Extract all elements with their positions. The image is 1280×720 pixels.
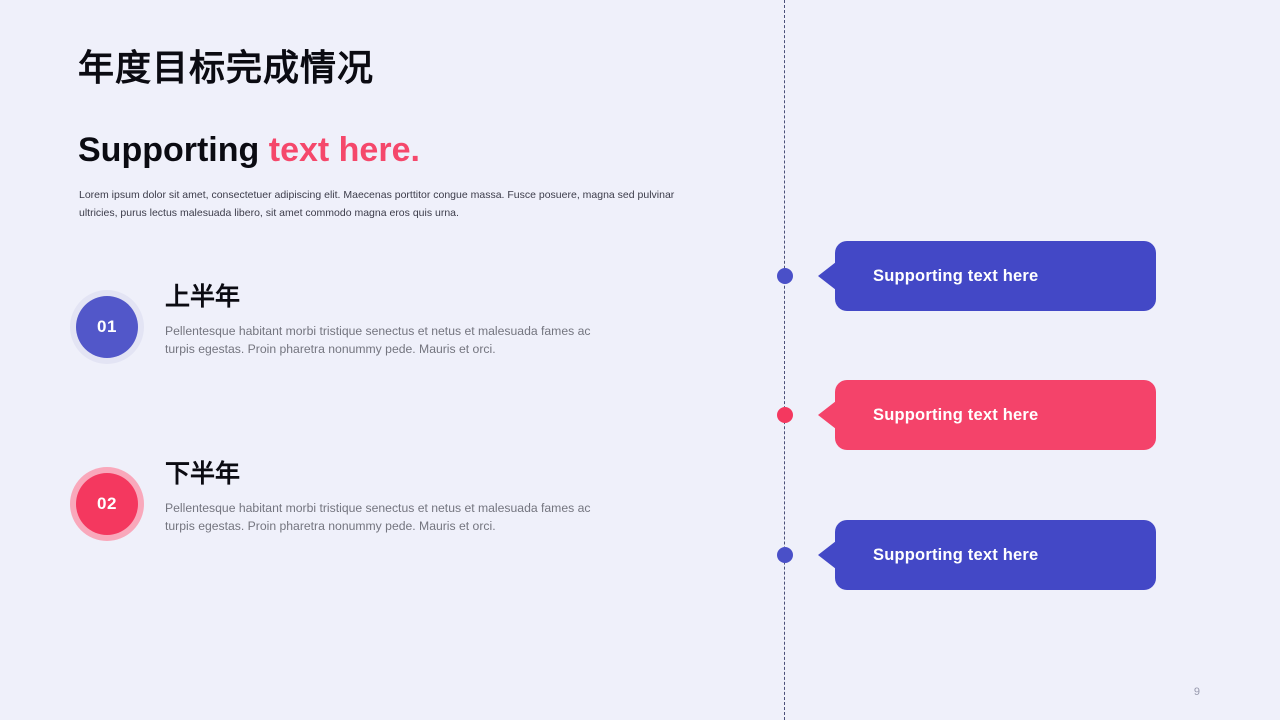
callout-box[interactable]: Supporting text here [818,380,1156,450]
timeline-dot [777,268,793,284]
slide-canvas: 年度目标完成情况 Supporting text here. Lorem ips… [0,0,1280,720]
page-number: 9 [1193,686,1200,698]
item-heading: 下半年 [165,459,241,488]
callout-arrow-icon [818,262,836,290]
intro-paragraph: Lorem ipsum dolor sit amet, consectetuer… [79,189,675,220]
timeline-dot [777,407,793,423]
subtitle-plain-text: Supporting [78,131,269,169]
item-number-label: 01 [76,296,138,358]
callout-arrow-icon [818,401,836,429]
timeline-dot [777,547,793,563]
page-subtitle: Supporting text here. [78,128,420,172]
item-number-badge: 02 [70,467,144,541]
item-description: Pellentesque habitant morbi tristique se… [165,501,591,534]
timeline-dashed-line [784,0,785,720]
page-title: 年度目标完成情况 [78,48,375,89]
item-number-label: 02 [76,473,138,535]
item-description: Pellentesque habitant morbi tristique se… [165,324,591,357]
item-heading: 上半年 [165,282,241,311]
callout-box[interactable]: Supporting text here [818,520,1156,590]
left-content-column: 年度目标完成情况 Supporting text here. Lorem ips… [78,46,718,219]
callout-box[interactable]: Supporting text here [818,241,1156,311]
item-body: 上半年 Pellentesque habitant morbi tristiqu… [165,282,665,359]
item-body: 下半年 Pellentesque habitant morbi tristiqu… [165,459,665,536]
callout-arrow-icon [818,541,836,569]
list-item: 02 下半年 Pellentesque habitant morbi trist… [70,459,690,567]
item-number-badge: 01 [70,290,144,364]
callout-label: Supporting text here [873,545,1039,564]
callout-label: Supporting text here [873,266,1039,285]
list-item: 01 上半年 Pellentesque habitant morbi trist… [70,282,690,390]
subtitle-accent-text: text here. [268,131,420,169]
callout-label: Supporting text here [873,405,1039,424]
